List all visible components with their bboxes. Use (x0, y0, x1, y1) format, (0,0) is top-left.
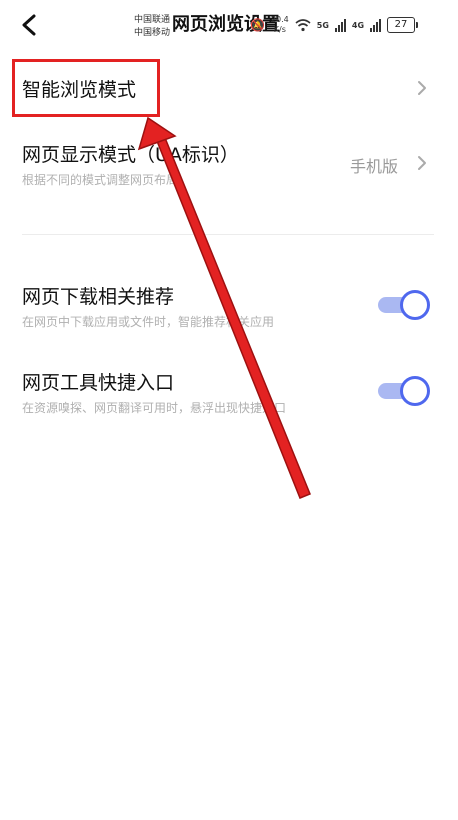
carrier-2: 中国移动 (134, 28, 171, 38)
annotation-highlight-box (12, 59, 160, 117)
setting-download-recommendation: 网页下载相关推荐 在网页中下载应用或文件时，智能推荐相关应用 (0, 280, 458, 336)
signal-icon-1 (334, 18, 346, 32)
network-type-2: 4G (351, 20, 365, 30)
toggle-knob (400, 376, 430, 406)
mute-icon: 🔕 (250, 18, 265, 32)
status-bar: 中国联通 中国移动 网页浏览设置 🔕 20.4 K/s 5G 4G 27 (0, 0, 458, 52)
download-rec-subtitle: 在网页中下载应用或文件时，智能推荐相关应用 (22, 315, 275, 329)
download-rec-toggle[interactable] (378, 290, 430, 320)
display-mode-subtitle: 根据不同的模式调整网页布局 (22, 173, 179, 187)
download-rec-title: 网页下载相关推荐 (22, 286, 175, 308)
carrier-labels: 中国联通 中国移动 (134, 14, 170, 40)
setting-tools-entry: 网页工具快捷入口 在资源嗅探、网页翻译可用时，悬浮出现快捷入口 (0, 366, 458, 422)
back-arrow-icon[interactable] (16, 10, 44, 40)
display-mode-value: 手机版 (350, 157, 399, 176)
network-type-1: 5G (316, 20, 329, 30)
tools-entry-toggle[interactable] (378, 376, 430, 406)
network-speed: 20.4 K/s (270, 15, 289, 34)
setting-display-mode[interactable]: 网页显示模式（UA标识） 根据不同的模式调整网页布局 手机版 (0, 136, 458, 196)
signal-icon-2 (370, 18, 382, 32)
display-mode-title: 网页显示模式（UA标识） (22, 144, 239, 166)
section-divider (22, 234, 434, 235)
carrier-1: 中国联通 (134, 15, 171, 25)
chevron-right-icon (418, 156, 426, 170)
toggle-knob (400, 290, 430, 320)
chevron-right-icon (418, 81, 426, 95)
tools-entry-subtitle: 在资源嗅探、网页翻译可用时，悬浮出现快捷入口 (22, 401, 287, 415)
tools-entry-title: 网页工具快捷入口 (22, 372, 175, 394)
wifi-icon (295, 19, 311, 32)
status-icons: 🔕 20.4 K/s 5G 4G 27 (250, 13, 419, 37)
battery-icon: 27 (387, 17, 419, 33)
